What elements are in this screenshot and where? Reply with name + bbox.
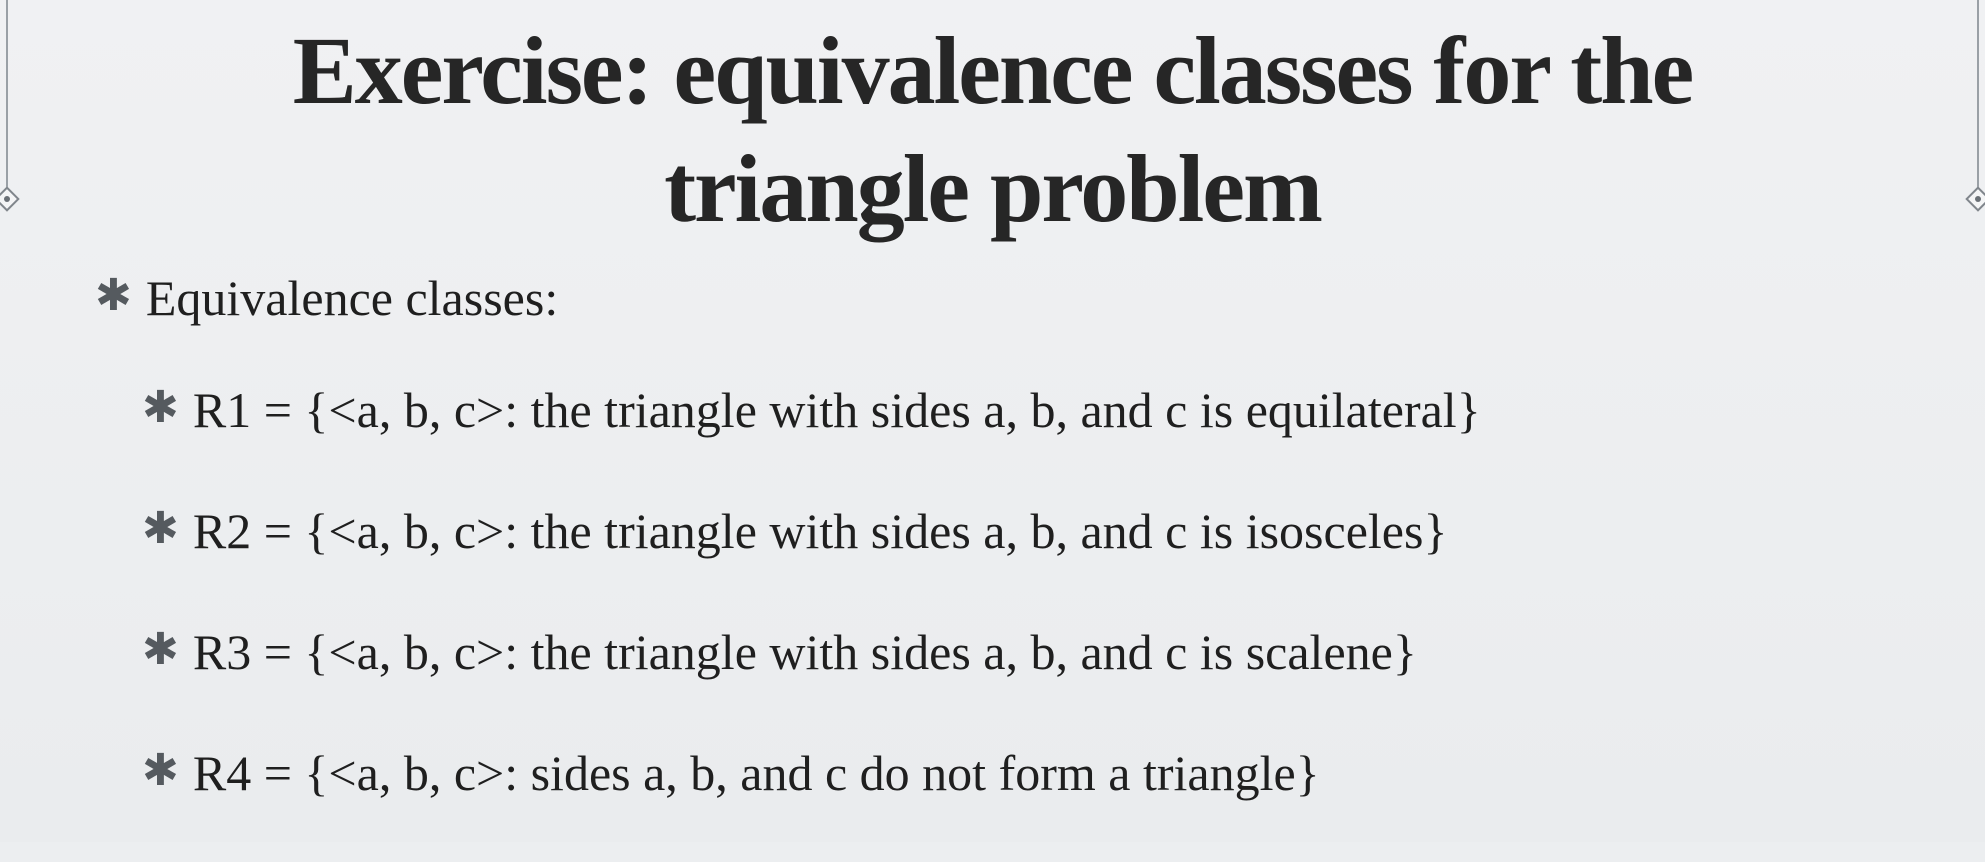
asterisk-icon: ✱	[142, 503, 179, 554]
bullet-text: R1 = {<a, b, c>: the triangle with sides…	[192, 382, 1481, 438]
bullet-equivalence-classes: ✱ Equivalence classes:	[95, 262, 1925, 334]
slide-title: Exercise: equivalence classes for the tr…	[292, 17, 1694, 242]
slide-frame-right-edge	[1977, 0, 1979, 190]
bullet-list: ✱ Equivalence classes: ✱ R1 = {<a, b, c>…	[95, 262, 1925, 862]
slide: Exercise: equivalence classes for the tr…	[0, 0, 1985, 842]
asterisk-icon: ✱	[95, 270, 132, 321]
bullet-text: R3 = {<a, b, c>: the triangle with sides…	[192, 624, 1417, 680]
bullet-text: R2 = {<a, b, c>: the triangle with sides…	[192, 503, 1448, 559]
bullet-r1: ✱ R1 = {<a, b, c>: the triangle with sid…	[95, 378, 1925, 442]
asterisk-icon: ✱	[142, 382, 179, 433]
bullet-r3: ✱ R3 = {<a, b, c>: the triangle with sid…	[95, 620, 1925, 684]
bullet-r2: ✱ R2 = {<a, b, c>: the triangle with sid…	[95, 499, 1925, 563]
asterisk-icon: ✱	[142, 745, 179, 796]
bullet-r4: ✱ R4 = {<a, b, c>: sides a, b, and c do …	[95, 741, 1925, 805]
resize-handle-right-icon[interactable]	[1965, 186, 1985, 212]
asterisk-icon: ✱	[142, 624, 179, 675]
resize-handle-left-icon[interactable]	[0, 186, 20, 212]
bullet-text: R4 = {<a, b, c>: sides a, b, and c do no…	[192, 745, 1320, 801]
bullet-text: Equivalence classes:	[145, 270, 559, 326]
slide-frame-left-edge	[6, 0, 8, 190]
